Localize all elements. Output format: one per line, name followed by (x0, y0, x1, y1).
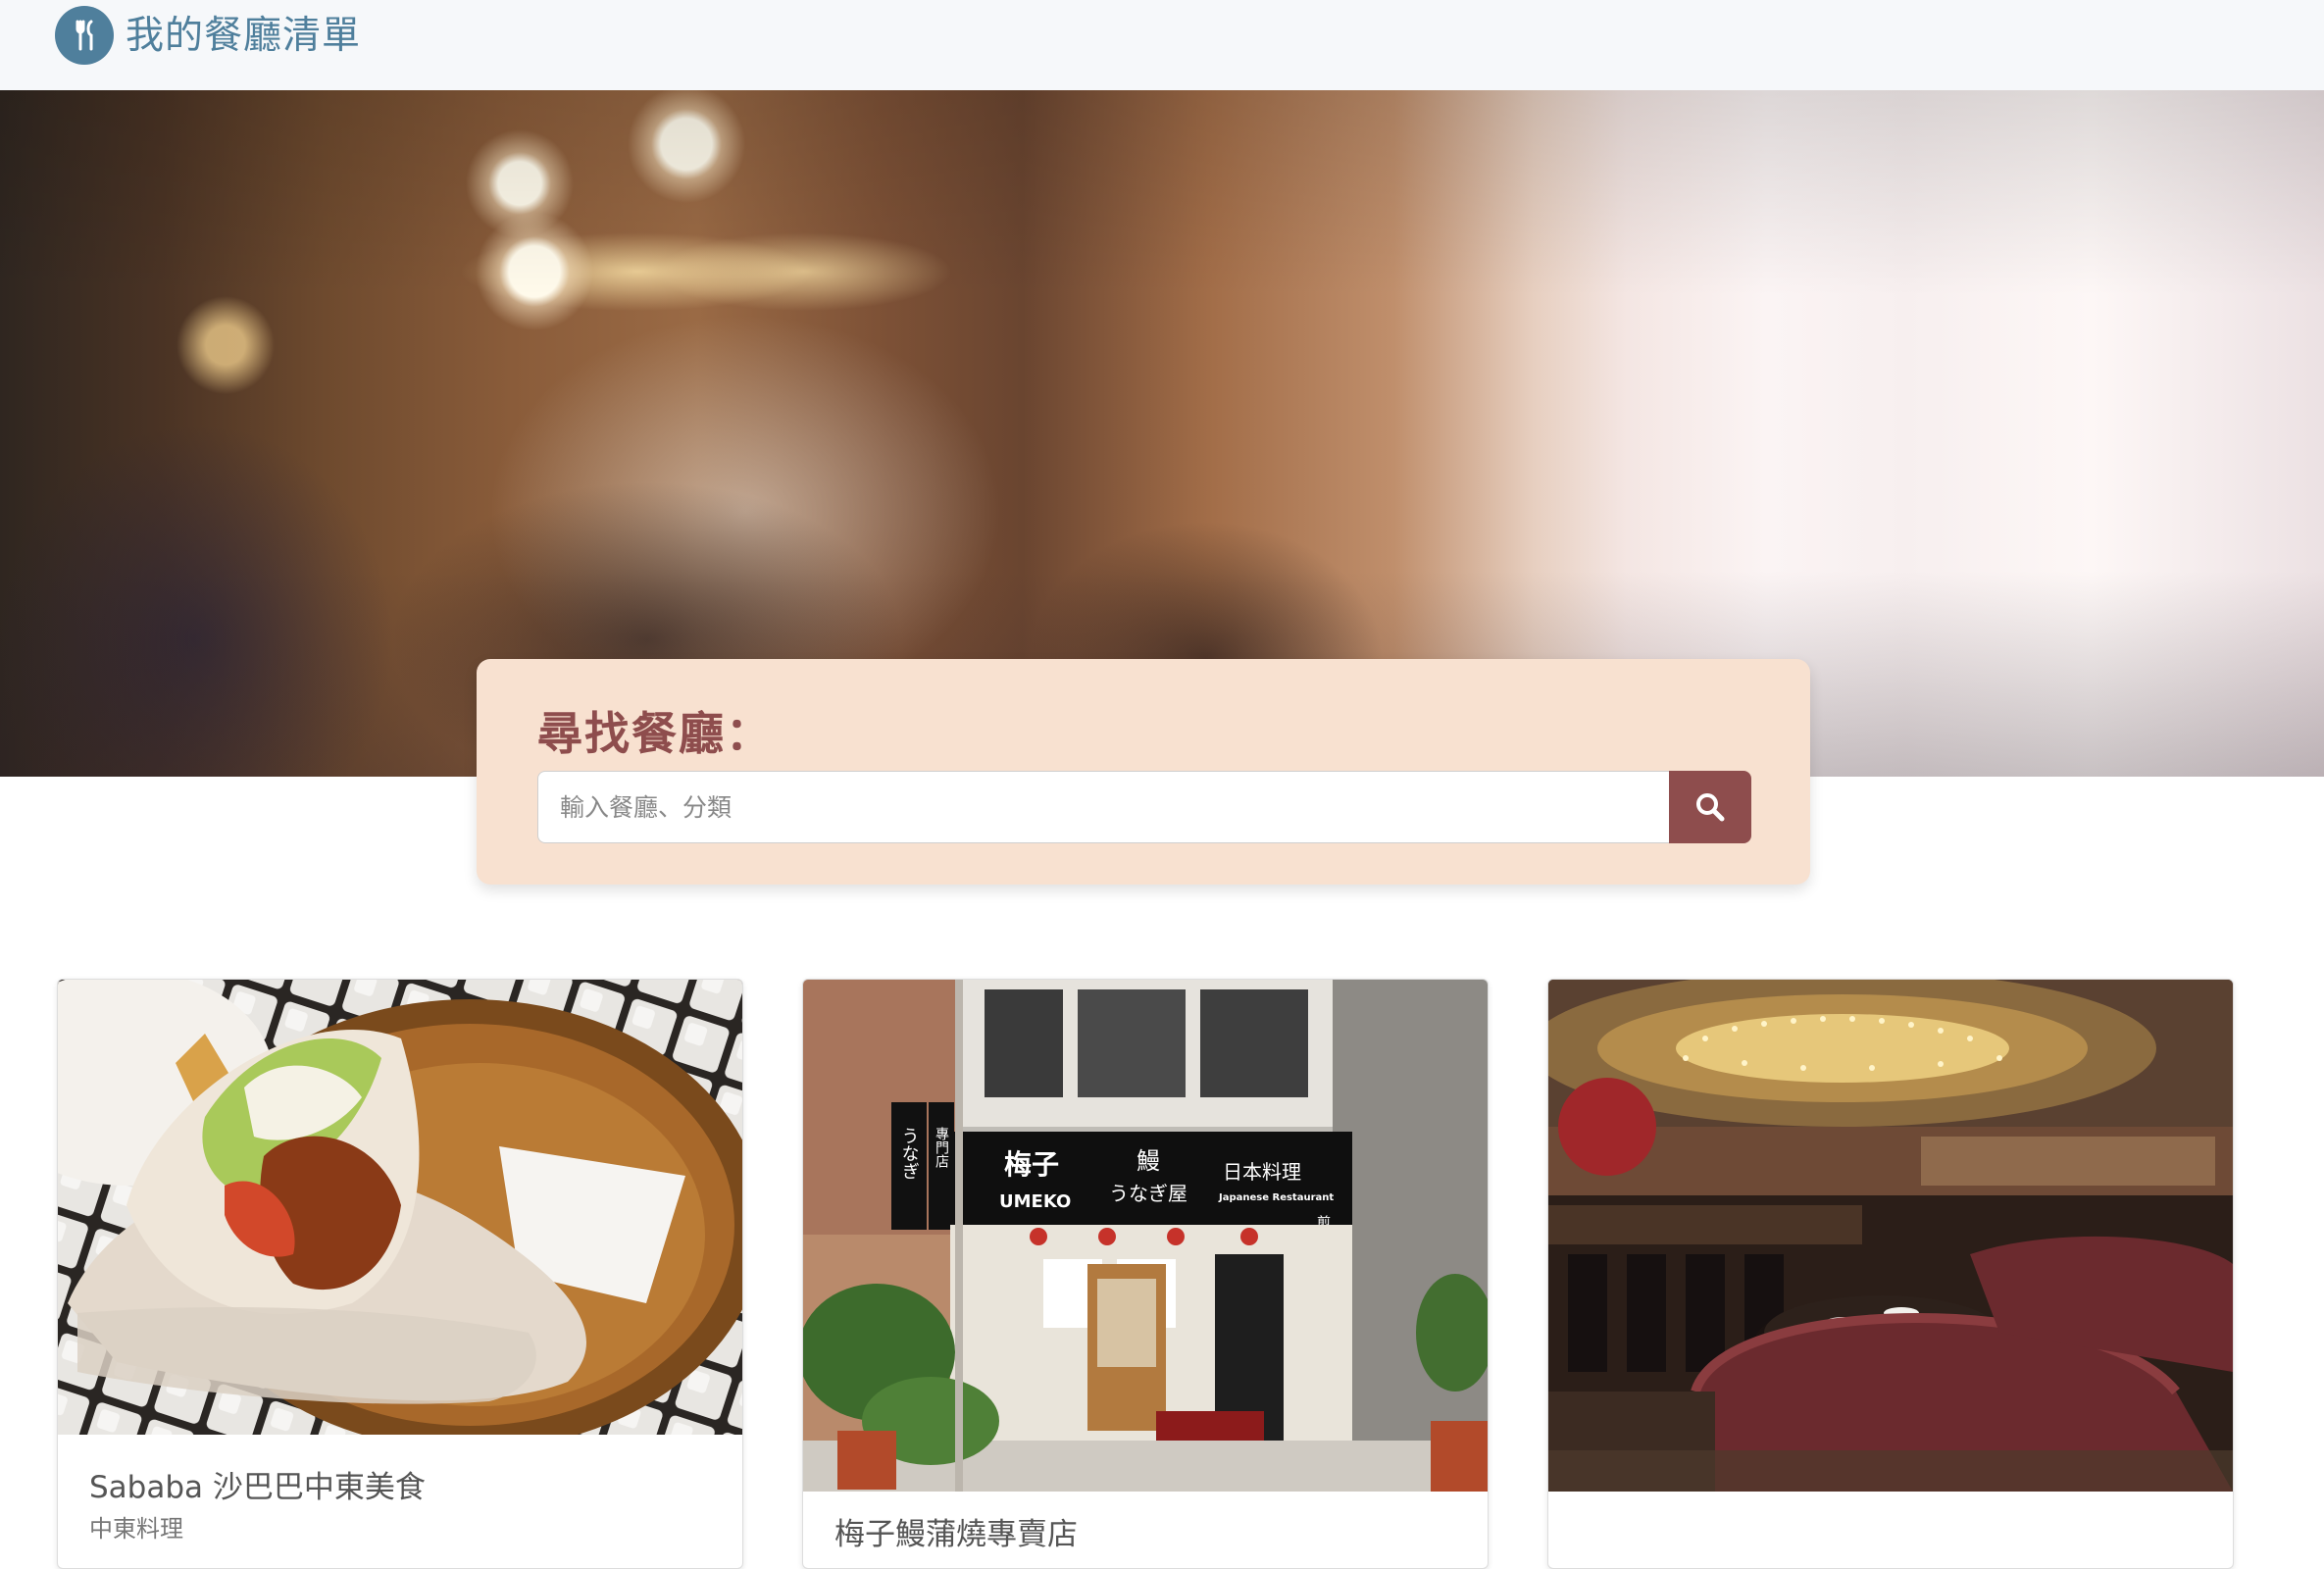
fine-dining-interior-photo (1548, 980, 2233, 1492)
sign-eel-kana: うなぎ屋 (1109, 1182, 1187, 1205)
restaurant-card[interactable]: うなぎ 專門店 梅子 UMEKO 鰻 うなぎ屋 日本料理 Japanese Re… (802, 979, 1489, 1569)
sign-vertical-2: 專門店 (934, 1127, 949, 1168)
search-input[interactable] (537, 771, 1669, 843)
sign-cuisine-latin: Japanese Restaurant (1218, 1192, 1334, 1203)
restaurant-category: 中東料理 (89, 1515, 183, 1543)
search-panel: 尋找餐廳： (477, 659, 1810, 885)
sign-vertical-1: うなぎ (899, 1127, 920, 1180)
sign-umeko-kanji: 梅子 (1004, 1148, 1059, 1181)
navbar: 我的餐廳清單 (0, 0, 2324, 91)
restaurant-name[interactable]: Sababa 沙巴巴中東美食 (89, 1462, 426, 1506)
search-button[interactable] (1669, 771, 1751, 843)
search-icon (1696, 793, 1725, 822)
search-heading: 尋找餐廳： (537, 707, 773, 760)
umeko-storefront-photo: うなぎ 專門店 梅子 UMEKO 鰻 うなぎ屋 日本料理 Japanese Re… (803, 980, 1488, 1492)
pita-sandwich-photo (58, 980, 742, 1435)
brand-title[interactable]: 我的餐廳清單 (126, 8, 361, 65)
restaurant-card[interactable]: Sababa 沙巴巴中東美食 中東料理 (57, 979, 743, 1569)
restaurant-name[interactable]: 梅子鰻蒲燒專賣店 (834, 1509, 1078, 1553)
sign-umeko-latin: UMEKO (999, 1191, 1071, 1212)
utensils-icon[interactable] (55, 6, 114, 65)
sign-cuisine: 日本料理 (1223, 1160, 1301, 1184)
sign-eel-kanji: 鰻 (1137, 1147, 1160, 1175)
restaurant-card[interactable] (1547, 979, 2234, 1569)
